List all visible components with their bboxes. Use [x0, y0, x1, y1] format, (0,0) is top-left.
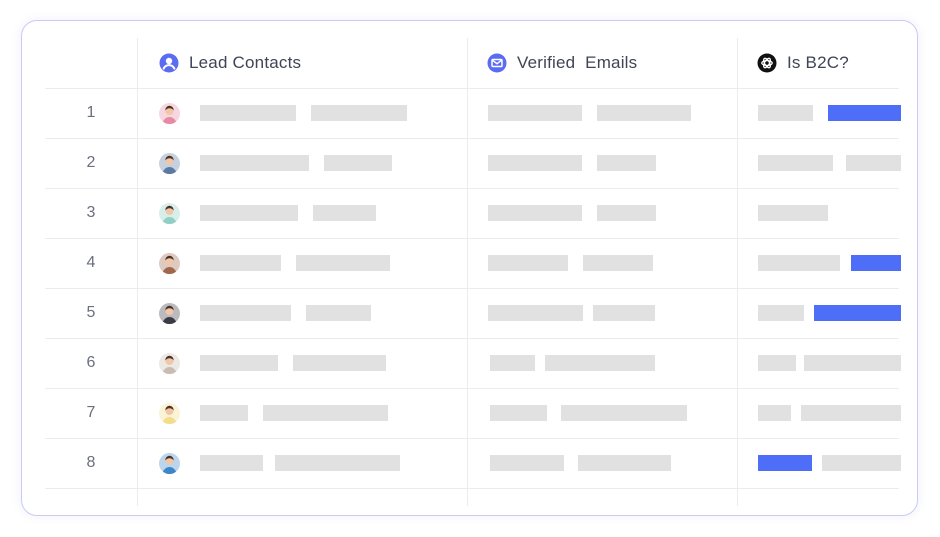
placeholder-bar: [583, 255, 653, 271]
table-row[interactable]: 2: [22, 138, 917, 188]
placeholder-bar: [306, 305, 371, 321]
placeholder-bar: [488, 205, 582, 221]
row-number: 6: [86, 354, 96, 371]
placeholder-bar: [490, 355, 535, 371]
table-row[interactable]: 7: [22, 388, 917, 438]
placeholder-bar: [846, 155, 901, 171]
avatar: [159, 453, 180, 474]
placeholder-bar: [758, 205, 828, 221]
table-row[interactable]: 1: [22, 88, 917, 138]
avatar: [159, 203, 180, 224]
placeholder-bar: [488, 105, 582, 121]
column-header-lead-contacts[interactable]: Lead Contacts: [159, 38, 301, 88]
placeholder-bar: [758, 405, 791, 421]
placeholder-bar-highlight: [814, 305, 901, 321]
table-row[interactable]: 3: [22, 188, 917, 238]
column-header-label: Lead Contacts: [189, 53, 302, 72]
placeholder-bar: [263, 405, 388, 421]
openai-icon: [757, 53, 777, 73]
row-divider: [45, 338, 899, 339]
row-divider: [45, 238, 899, 239]
placeholder-bar: [488, 155, 582, 171]
placeholder-bar: [200, 255, 281, 271]
placeholder-bar: [578, 455, 671, 471]
placeholder-bar: [758, 255, 840, 271]
placeholder-bar: [200, 455, 263, 471]
placeholder-bar: [311, 105, 407, 121]
placeholder-bar-highlight: [851, 255, 901, 271]
table-row[interactable]: 5: [22, 288, 917, 338]
table-header: Lead Contacts Verified Emails Is B2C?: [22, 38, 917, 88]
row-divider: [45, 438, 899, 439]
placeholder-bar-highlight: [828, 105, 901, 121]
placeholder-bar: [296, 255, 390, 271]
leads-table-card: Lead Contacts Verified Emails Is B2C? 1 2…: [21, 20, 918, 516]
placeholder-bar: [758, 355, 796, 371]
placeholder-bar: [758, 155, 833, 171]
placeholder-bar: [758, 305, 804, 321]
placeholder-bar: [200, 305, 291, 321]
placeholder-bar: [490, 405, 547, 421]
row-number: 7: [86, 404, 96, 421]
placeholder-bar: [200, 155, 309, 171]
placeholder-bar: [293, 355, 386, 371]
table-row[interactable]: 6: [22, 338, 917, 388]
placeholder-bar: [200, 405, 248, 421]
avatar: [159, 253, 180, 274]
placeholder-bar: [822, 455, 901, 471]
avatar: [159, 303, 180, 324]
placeholder-bar: [597, 205, 656, 221]
placeholder-bar: [597, 105, 691, 121]
column-header-label: Is B2C?: [787, 53, 849, 72]
row-divider: [45, 138, 899, 139]
placeholder-bar: [758, 105, 813, 121]
placeholder-bar: [597, 155, 656, 171]
person-icon: [159, 53, 179, 73]
placeholder-bar: [275, 455, 400, 471]
row-number: 3: [86, 204, 96, 221]
placeholder-bar: [200, 355, 278, 371]
placeholder-bar: [313, 205, 376, 221]
row-divider: [45, 288, 899, 289]
placeholder-bar: [545, 355, 655, 371]
placeholder-bar-highlight: [758, 455, 812, 471]
avatar: [159, 353, 180, 374]
placeholder-bar: [801, 405, 901, 421]
row-number: 1: [86, 104, 96, 121]
row-divider: [45, 188, 899, 189]
table-row[interactable]: 4: [22, 238, 917, 288]
row-divider: [45, 388, 899, 389]
placeholder-bar: [804, 355, 901, 371]
row-number: 8: [86, 454, 96, 471]
table-row[interactable]: 8: [22, 438, 917, 488]
row-number: 4: [86, 254, 96, 271]
row-divider: [45, 488, 899, 489]
column-header-verified-emails[interactable]: Verified Emails: [487, 38, 637, 88]
placeholder-bar: [561, 405, 687, 421]
placeholder-bar: [488, 255, 568, 271]
avatar: [159, 153, 180, 174]
placeholder-bar: [200, 205, 298, 221]
placeholder-bar: [324, 155, 392, 171]
column-header-is-b2c[interactable]: Is B2C?: [757, 38, 849, 88]
row-number: 5: [86, 304, 96, 321]
placeholder-bar: [593, 305, 655, 321]
envelope-icon: [487, 53, 507, 73]
placeholder-bar: [200, 105, 296, 121]
avatar: [159, 403, 180, 424]
column-header-label: Verified Emails: [517, 53, 638, 72]
avatar: [159, 103, 180, 124]
placeholder-bar: [490, 455, 564, 471]
placeholder-bar: [488, 305, 583, 321]
row-number: 2: [86, 154, 96, 171]
